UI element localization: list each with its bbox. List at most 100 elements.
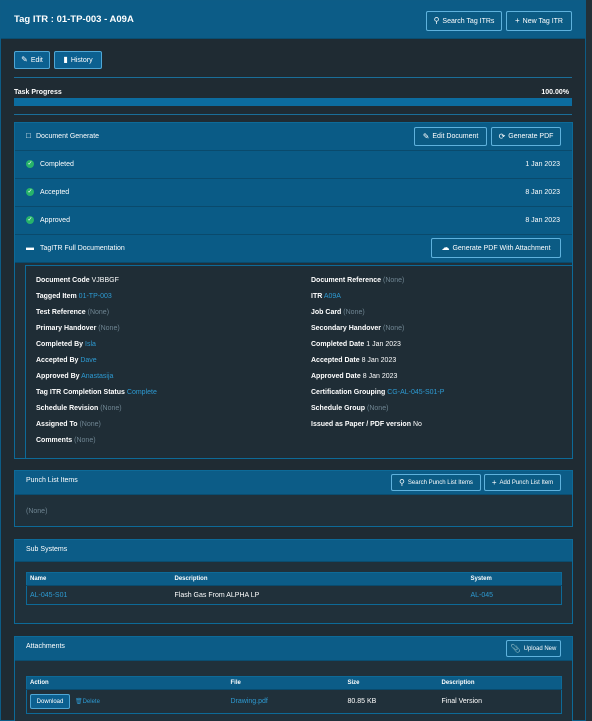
table-header-row: Action File Size Description xyxy=(26,676,562,690)
search-tag-itrs-button[interactable]: ⚲ Search Tag ITRs xyxy=(426,11,502,31)
detail-key: Assigned To xyxy=(36,421,78,428)
detail-right-8: Schedule Group (None) xyxy=(311,405,388,412)
edit-document-button[interactable]: ✎ Edit Document xyxy=(414,127,487,146)
edit-icon: ✎ xyxy=(21,55,28,64)
upload-new-button[interactable]: 📎 Upload New xyxy=(506,640,561,657)
detail-left-4: Completed By Isla xyxy=(36,341,96,348)
new-tag-itr-button[interactable]: + New Tag ITR xyxy=(506,11,572,31)
status-row-accepted: ✓ Accepted 8 Jan 2023 xyxy=(15,179,572,207)
search-icon: ⚲ xyxy=(399,477,405,487)
search-tag-itrs-label: Search Tag ITRs xyxy=(442,17,495,25)
detail-key: Accepted By xyxy=(36,357,79,364)
detail-value-link[interactable]: A09A xyxy=(324,293,341,300)
punch-list-title: Punch List Items xyxy=(26,477,78,484)
delete-label: Delete xyxy=(82,699,100,705)
detail-value: (None) xyxy=(74,437,96,444)
detail-value-link[interactable]: 01-TP-003 xyxy=(79,293,112,300)
sub-systems-title: Sub Systems xyxy=(26,546,68,553)
check-circle-icon: ✓ xyxy=(26,216,34,224)
generate-pdf-button[interactable]: ⟳ Generate PDF xyxy=(491,127,561,146)
file-link[interactable]: Drawing.pdf xyxy=(227,689,345,714)
status-label: Completed xyxy=(40,161,74,168)
status-date: 8 Jan 2023 xyxy=(525,189,560,196)
search-punch-list-button[interactable]: ⚲ Search Punch List Items xyxy=(391,474,481,491)
cloud-download-icon: ☁ xyxy=(441,243,450,252)
detail-value-link[interactable]: CG-AL-045-S01-P xyxy=(387,389,444,396)
detail-value-link[interactable]: Complete xyxy=(127,389,157,396)
detail-key: Approved By xyxy=(36,373,80,380)
detail-value-link[interactable]: Isla xyxy=(85,341,96,348)
file-icon: □ xyxy=(26,131,31,140)
column-header-file: File xyxy=(227,676,345,690)
add-punch-list-button[interactable]: + Add Punch List Item xyxy=(484,474,561,491)
download-button[interactable]: Download xyxy=(30,694,70,709)
column-header-description: Description xyxy=(171,572,468,586)
attachments-panel: Attachments 📎 Upload New Action File Siz… xyxy=(14,636,573,721)
detail-left-10: Comments (None) xyxy=(36,437,96,444)
action-cell: Download 🗑Delete xyxy=(26,689,228,714)
detail-value-link[interactable]: Dave xyxy=(80,357,96,364)
details-box: Document Code VJBBGF Tagged Item 01-TP-00… xyxy=(25,265,573,459)
search-icon: ⚲ xyxy=(433,16,440,25)
table-row: AL-045-S01 Flash Gas From ALPHA LP AL-04… xyxy=(26,585,562,605)
refresh-icon: ⟳ xyxy=(498,131,506,141)
history-button[interactable]: ▮ History xyxy=(54,51,102,69)
divider xyxy=(14,114,572,115)
detail-left-9: Assigned To (None) xyxy=(36,421,101,428)
detail-right-2: Job Card (None) xyxy=(311,309,365,316)
detail-key: Secondary Handover xyxy=(311,325,382,332)
table-header-row: Name Description System xyxy=(26,572,562,586)
detail-value-link[interactable]: Anastasija xyxy=(81,373,113,380)
divider xyxy=(14,77,572,78)
detail-left-7: Tag ITR Completion Status Complete xyxy=(36,389,157,396)
detail-key: Certification Grouping xyxy=(311,389,386,396)
detail-left-5: Accepted By Dave xyxy=(36,357,97,364)
full-documentation-row: ▬ TagITR Full Documentation ☁ Generate P… xyxy=(15,235,572,263)
status-label: Accepted xyxy=(40,189,70,196)
generate-pdf-with-attachment-label: Generate PDF With Attachment xyxy=(452,244,551,252)
check-circle-icon: ✓ xyxy=(26,160,34,168)
detail-value: (None) xyxy=(98,325,120,332)
edit-document-label: Edit Document xyxy=(432,133,479,140)
detail-value: 8 Jan 2023 xyxy=(361,357,397,364)
detail-value: (None) xyxy=(343,309,365,316)
punch-list-panel: Punch List Items ⚲ Search Punch List Ite… xyxy=(14,470,573,527)
detail-right-9: Issued as Paper / PDF version No xyxy=(311,421,422,428)
detail-value: (None) xyxy=(100,405,122,412)
detail-left-2: Test Reference (None) xyxy=(36,309,109,316)
detail-value: (None) xyxy=(79,421,101,428)
delete-link[interactable]: 🗑Delete xyxy=(75,699,100,705)
detail-key: Schedule Revision xyxy=(36,405,99,412)
detail-key: Completed By xyxy=(36,341,84,348)
full-documentation-label: TagITR Full Documentation xyxy=(40,245,125,252)
subsystem-name-link[interactable]: AL-045-S01 xyxy=(26,585,172,605)
edit-button[interactable]: ✎ Edit xyxy=(14,51,50,69)
punch-list-empty: (None) xyxy=(26,508,48,515)
file-description: Final Version xyxy=(438,689,562,714)
detail-value: (None) xyxy=(87,309,110,316)
folder-icon: ▬ xyxy=(26,243,34,252)
file-size: 80.85 KB xyxy=(344,689,439,714)
download-label: Download xyxy=(36,698,64,705)
task-progress-bar xyxy=(14,98,572,106)
detail-key: Tagged Item xyxy=(36,293,77,300)
main-window: Tag ITR : 01-TP-003 - A09A ⚲ Search Tag … xyxy=(0,0,586,721)
column-header-description: Description xyxy=(438,676,562,690)
detail-value: (None) xyxy=(367,405,389,412)
history-label: History xyxy=(70,56,93,64)
detail-key: Tag ITR Completion Status xyxy=(36,389,125,396)
system-link[interactable]: AL-045 xyxy=(467,585,562,605)
generate-pdf-with-attachment-button[interactable]: ☁ Generate PDF With Attachment xyxy=(431,238,561,258)
punch-list-header: Punch List Items ⚲ Search Punch List Ite… xyxy=(15,471,572,495)
check-circle-icon: ✓ xyxy=(26,188,34,196)
detail-key: Issued as Paper / PDF version xyxy=(311,421,411,428)
task-progress-fill xyxy=(14,98,572,106)
column-header-action: Action xyxy=(26,676,228,690)
generate-pdf-label: Generate PDF xyxy=(508,133,554,140)
add-punch-list-label: Add Punch List Item xyxy=(499,479,554,486)
status-row-approved: ✓ Approved 8 Jan 2023 xyxy=(15,207,572,235)
detail-key: Completed Date xyxy=(311,341,365,348)
sub-systems-header: Sub Systems xyxy=(15,540,572,562)
edit-label: Edit xyxy=(30,56,43,64)
attachments-table: Action File Size Description Download 🗑D… xyxy=(26,676,562,714)
